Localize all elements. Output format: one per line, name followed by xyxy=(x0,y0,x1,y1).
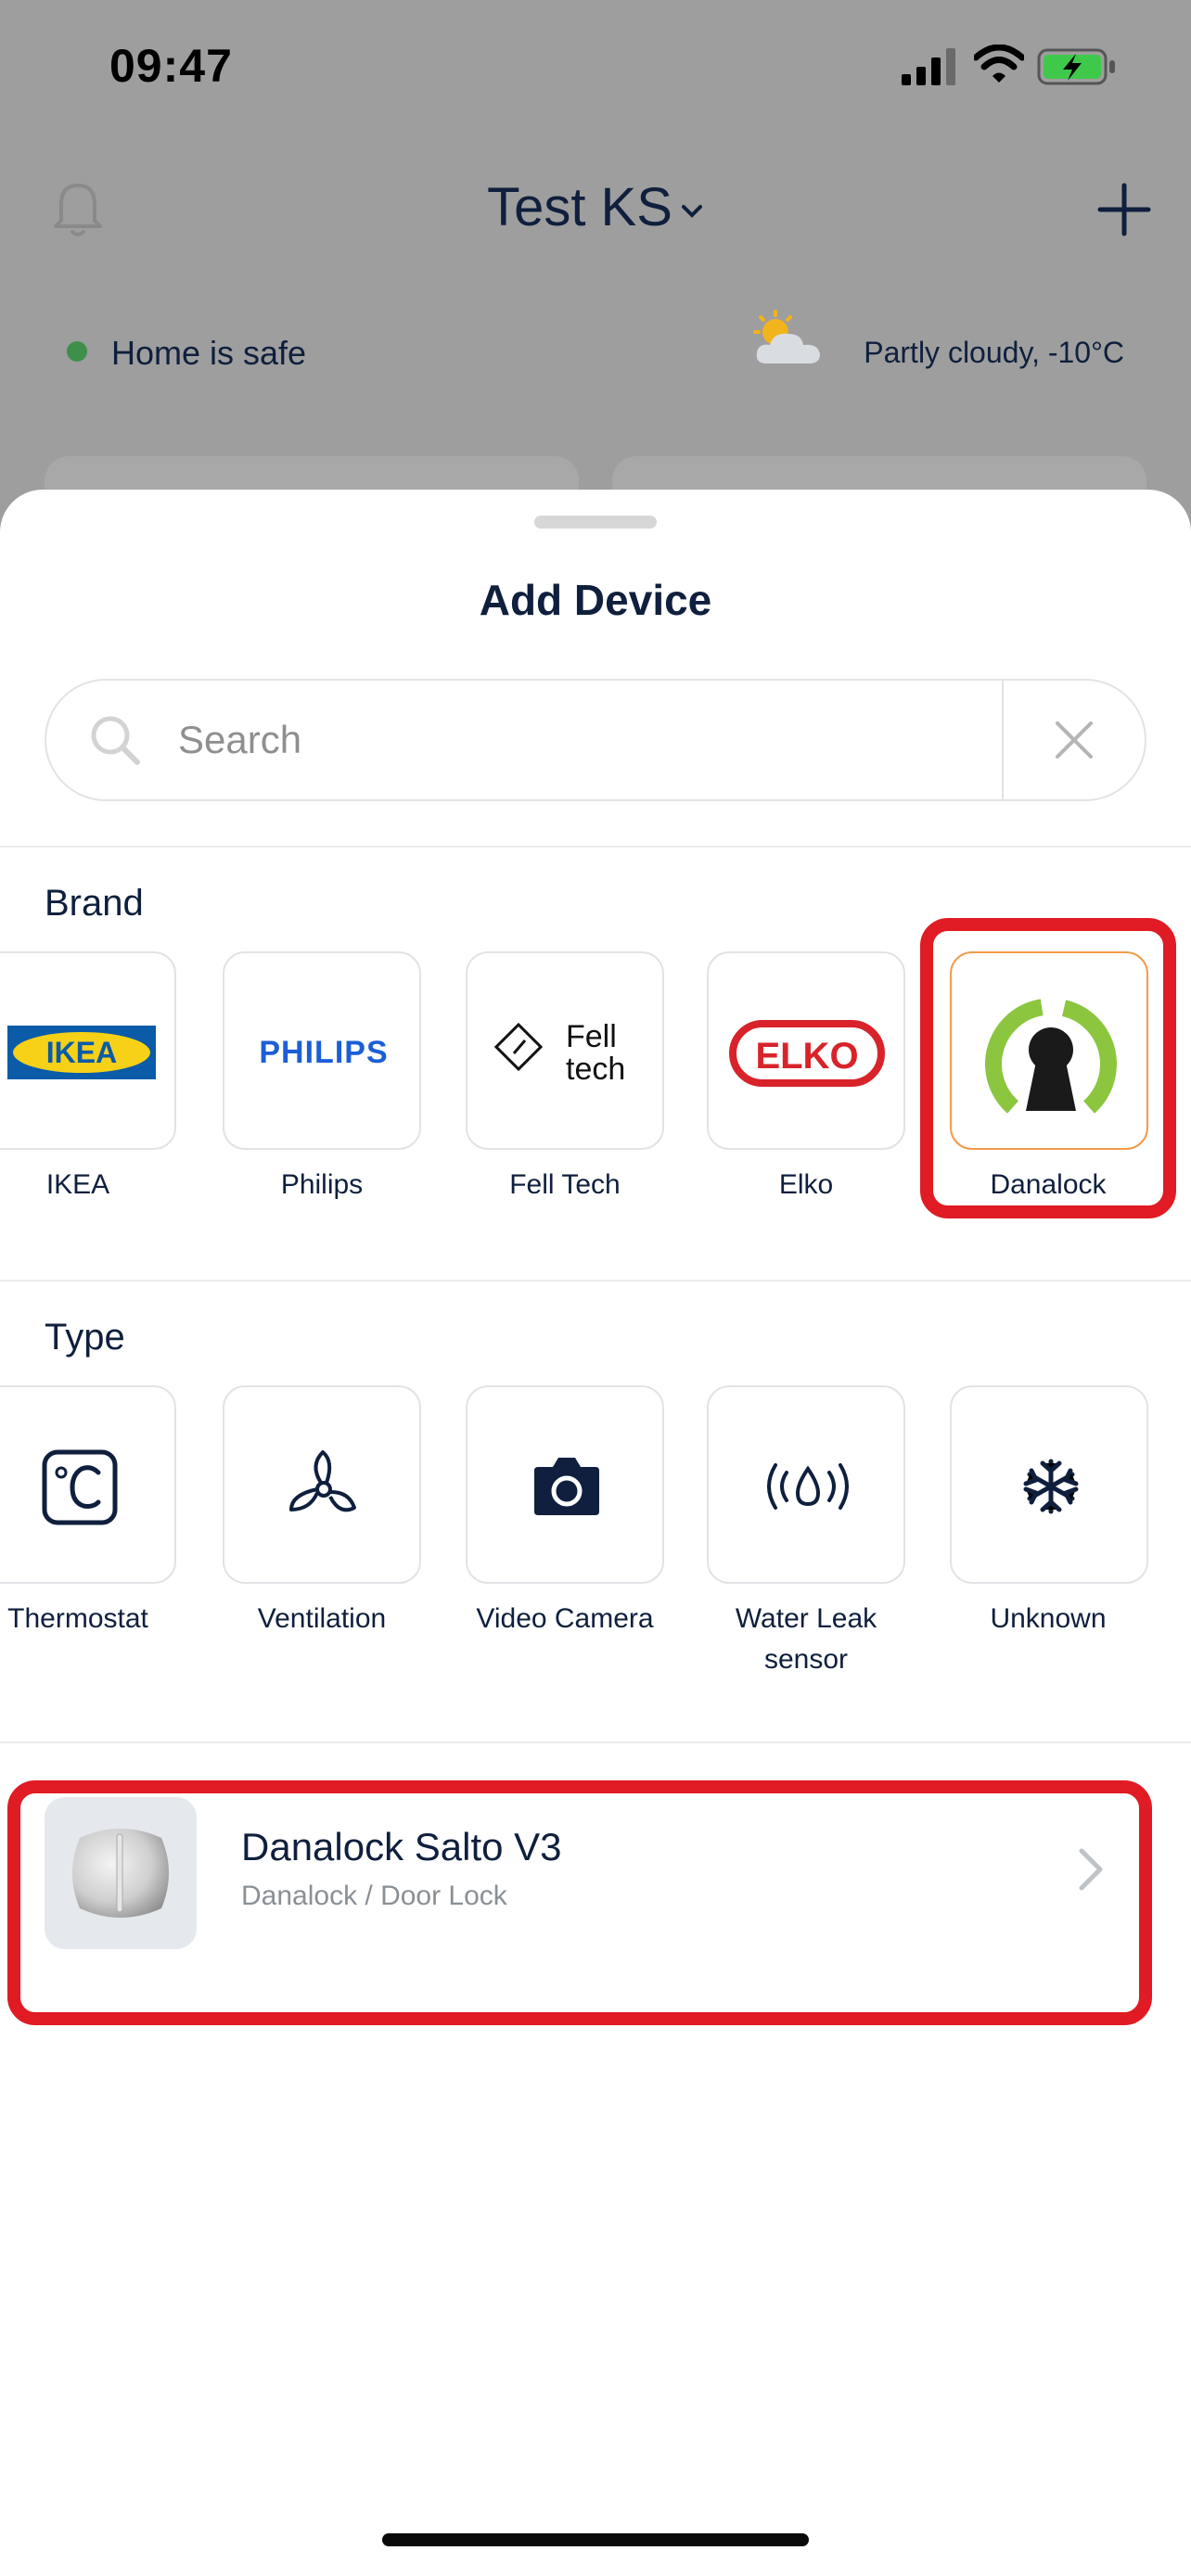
brand-section-label: Brand xyxy=(45,883,144,924)
fan-icon xyxy=(289,1450,356,1512)
home-header: Test KS Home is safe Partly cloudy, -10°… xyxy=(0,139,1191,530)
type-section-label: Type xyxy=(45,1317,125,1358)
home-title[interactable]: Test KS xyxy=(0,176,1191,238)
ikea-logo: IKEA xyxy=(7,1026,156,1079)
search-input[interactable] xyxy=(178,707,1013,773)
result-highlight xyxy=(7,1780,1152,2025)
status-time: 09:47 xyxy=(109,40,233,92)
type-label-ventilation: Ventilation xyxy=(257,1603,387,1634)
thermostat-icon xyxy=(42,1449,118,1525)
type-label-line: sensor xyxy=(763,1644,849,1675)
type-label-thermostat: Thermostat xyxy=(7,1603,148,1634)
ikea-logo-text: IKEA xyxy=(46,1036,117,1069)
brand-label-philips: Philips xyxy=(280,1169,364,1200)
type-tile-unknown[interactable] xyxy=(950,1385,1148,1584)
status-dot xyxy=(67,341,87,362)
plus-icon[interactable] xyxy=(1096,182,1152,237)
home-title-text: Test KS xyxy=(487,177,672,237)
selection-highlight xyxy=(920,918,1176,1218)
water-leak-icon xyxy=(767,1463,849,1510)
brand-tile-fell-tech[interactable]: Fell tech xyxy=(466,951,664,1150)
type-tile-video-camera[interactable] xyxy=(466,1385,664,1584)
divider xyxy=(0,1741,1191,1743)
brand-tile-ikea[interactable]: IKEA xyxy=(0,951,176,1150)
chevron-down-icon xyxy=(681,204,702,218)
close-icon xyxy=(1056,721,1093,759)
philips-logo-text: PHILIPS xyxy=(259,1035,388,1070)
add-device-sheet: Add Device Brand IKEA IKEA PHILIPS Phili… xyxy=(0,490,1191,2576)
divider xyxy=(0,846,1191,848)
type-label-line: Water Leak xyxy=(735,1603,877,1634)
type-tile-ventilation[interactable] xyxy=(223,1385,421,1584)
home-status-text: Home is safe xyxy=(111,334,307,372)
brand-tile-philips[interactable]: PHILIPS xyxy=(223,951,421,1150)
fell-tech-logo-line1: Fell xyxy=(566,1019,617,1054)
cellular-signal-icon xyxy=(902,48,955,85)
battery-charging-icon xyxy=(1037,48,1115,85)
brand-label-fell-tech: Fell Tech xyxy=(509,1169,621,1200)
brand-label-ikea: IKEA xyxy=(45,1169,110,1200)
type-label-water-leak-sensor: Water Leak sensor xyxy=(685,1599,927,1680)
weather-text: Partly cloudy, -10°C xyxy=(864,336,1124,369)
sheet-title: Add Device xyxy=(479,576,712,624)
elko-logo: ELKO xyxy=(729,1020,885,1087)
divider xyxy=(0,1280,1191,1282)
camera-icon xyxy=(534,1458,599,1515)
search-icon xyxy=(91,716,140,765)
type-label-unknown: Unknown xyxy=(990,1603,1107,1634)
snowflake-icon xyxy=(1023,1459,1079,1514)
type-tile-thermostat[interactable] xyxy=(0,1385,176,1584)
partly-cloudy-icon xyxy=(753,310,820,363)
status-bar: 09:47 xyxy=(0,0,1191,139)
sheet-grabber[interactable] xyxy=(534,516,657,529)
fell-tech-logo-line2: tech xyxy=(566,1052,625,1087)
type-tile-water-leak-sensor[interactable] xyxy=(707,1385,905,1584)
home-indicator xyxy=(382,2533,809,2546)
fell-tech-logo: Fell tech xyxy=(493,1019,625,1087)
wifi-icon xyxy=(974,45,1024,83)
brand-label-elko: Elko xyxy=(778,1169,834,1200)
elko-logo-text: ELKO xyxy=(755,1036,858,1077)
philips-logo: PHILIPS xyxy=(259,1035,388,1070)
type-label-video-camera: Video Camera xyxy=(476,1603,654,1634)
clear-search-button[interactable] xyxy=(1004,681,1146,799)
search-bar xyxy=(45,679,1146,801)
brand-tile-elko[interactable]: ELKO xyxy=(707,951,905,1150)
